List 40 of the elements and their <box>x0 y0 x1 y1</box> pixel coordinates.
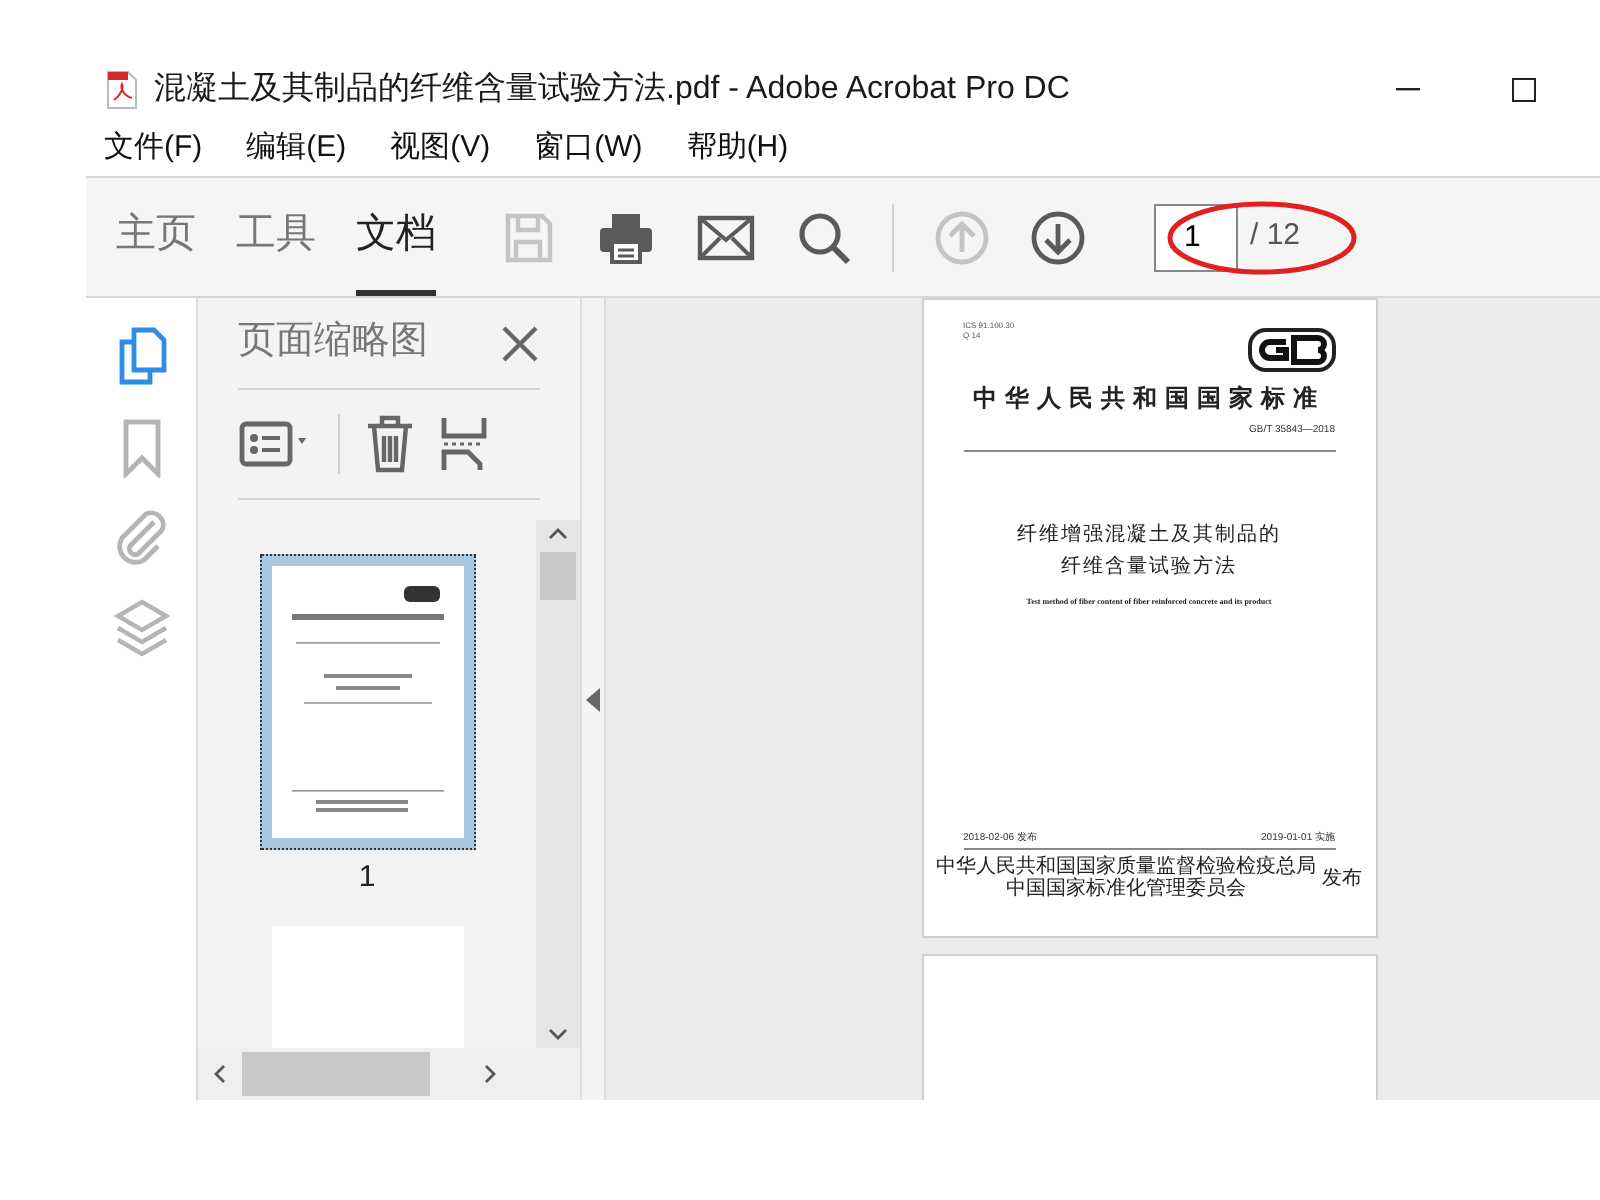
trash-icon[interactable] <box>364 414 416 474</box>
collapse-arrow-icon[interactable] <box>586 687 600 711</box>
issuer-name: 中国国家标准化管理委员会 <box>1006 878 1246 900</box>
panel-title: 页面缩略图 <box>238 318 428 367</box>
document-title: 纤维含量试验方法 <box>1061 553 1237 581</box>
selected-thumbnail-frame[interactable] <box>259 554 475 850</box>
pages-icon[interactable] <box>115 326 167 386</box>
envelope-icon[interactable] <box>696 213 756 261</box>
paperclip-icon[interactable] <box>113 510 169 566</box>
close-icon[interactable] <box>500 323 540 363</box>
toolbar-tab[interactable]: 工具 <box>236 178 316 296</box>
vertical-scrollbar[interactable] <box>536 520 580 1048</box>
issue-label: 发布 <box>1322 865 1362 893</box>
scroll-right-icon[interactable] <box>484 1064 496 1084</box>
arrow-down-icon[interactable] <box>1030 209 1086 265</box>
gb-logo <box>1247 328 1335 372</box>
scrollbar-thumb[interactable] <box>242 1052 430 1096</box>
issuer-name: 中华人民共和国国家质量监督检验检疫总局 <box>936 856 1316 878</box>
menu-item[interactable]: 视图(V) <box>390 125 491 171</box>
scroll-left-icon[interactable] <box>214 1064 226 1084</box>
menu-item[interactable]: 编辑(E) <box>246 125 347 171</box>
document-title: 纤维增强混凝土及其制品的 <box>1017 521 1281 549</box>
horizontal-scrollbar[interactable] <box>198 1048 580 1100</box>
window-title: 混凝土及其制品的纤维含量试验方法.pdf - Adobe Acrobat Pro DC <box>154 69 1070 110</box>
maximize-icon[interactable] <box>1512 78 1536 102</box>
scroll-down-icon[interactable] <box>548 1028 568 1040</box>
scrollbar-thumb[interactable] <box>540 552 576 600</box>
toolbar-tab[interactable]: 主页 <box>116 178 196 296</box>
page-count: / 12 <box>1250 216 1301 257</box>
minimize-icon[interactable] <box>1396 88 1420 92</box>
search-icon[interactable] <box>796 209 852 265</box>
printer-icon[interactable] <box>596 209 656 265</box>
menu-item[interactable]: 帮助(H) <box>686 125 789 171</box>
scroll-up-icon[interactable] <box>548 528 568 540</box>
menu-item[interactable]: 窗口(W) <box>534 125 643 171</box>
menu-item[interactable]: 文件(F) <box>104 125 203 171</box>
standard-title: 中华人民共和国国家标准 <box>971 382 1327 416</box>
thumbnail-label: 1 <box>358 858 376 898</box>
pdf-file-icon <box>106 70 138 110</box>
extract-pages-icon[interactable] <box>440 414 488 474</box>
